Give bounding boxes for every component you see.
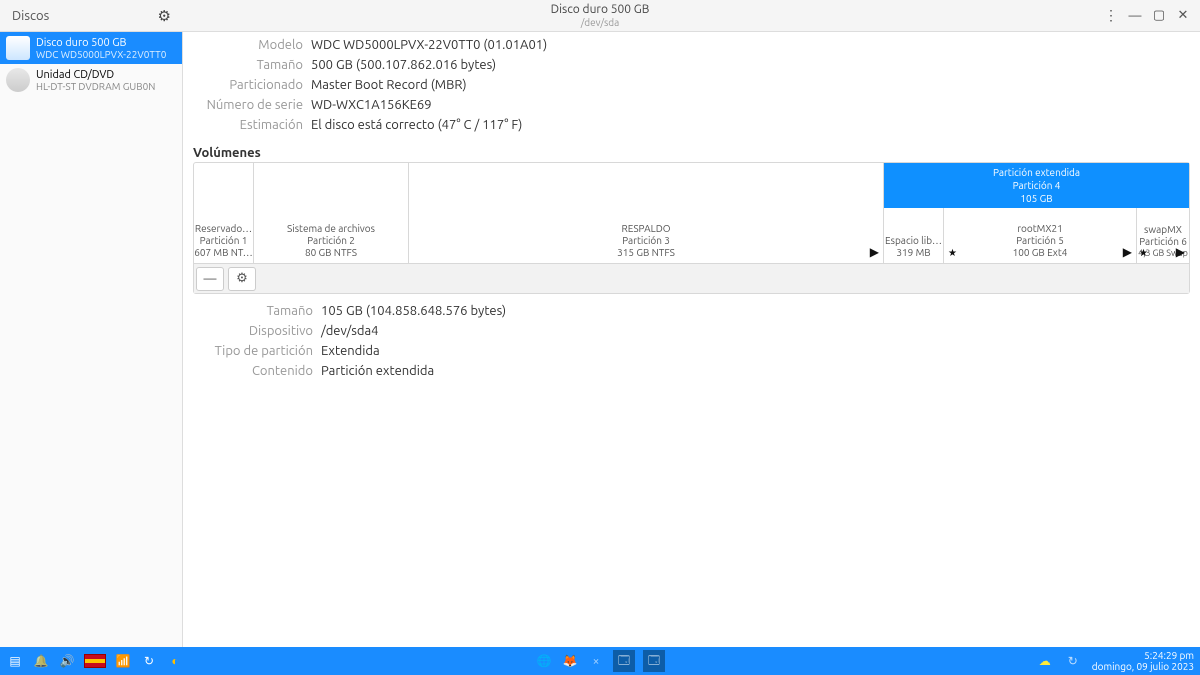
- main-area: Disco duro 500 GB WDC WD5000LPVX-22V0TT0…: [0, 32, 1200, 647]
- gear-icon[interactable]: ⚙: [158, 7, 171, 25]
- titlebar-left: Discos ⚙: [0, 7, 183, 25]
- star-icon: ★: [948, 247, 957, 259]
- notification-icon[interactable]: 🔔: [32, 652, 50, 670]
- hdd-icon: [6, 36, 30, 60]
- sidebar-item-dvd[interactable]: Unidad CD/DVD HL-DT-ST DVDRAM GUB0N: [0, 64, 182, 96]
- clock-time: 5:24:29 pm: [1092, 650, 1194, 661]
- tray-sync-icon[interactable]: ↻: [1064, 652, 1082, 670]
- label-ptype: Tipo de partición: [193, 344, 313, 358]
- value-part: Master Boot Record (MBR): [311, 78, 1190, 92]
- value-serial: WD-WXC1A156KE69: [311, 98, 1190, 112]
- menu-icon[interactable]: ▤: [6, 652, 24, 670]
- minimize-button[interactable]: —: [1124, 5, 1146, 27]
- volume-toolbar: — ⚙: [194, 263, 1189, 293]
- partition-4-header[interactable]: Partición extendida Partición 4 105 GB: [884, 163, 1189, 208]
- browser-icon[interactable]: 🌐: [535, 652, 553, 670]
- label-content: Contenido: [193, 364, 313, 378]
- titlebar-center: Disco duro 500 GB /dev/sda: [551, 3, 650, 27]
- titlebar: Discos ⚙ Disco duro 500 GB /dev/sda ⋮ — …: [0, 0, 1200, 32]
- label-assess: Estimación: [193, 118, 303, 132]
- value-size: 500 GB (500.107.862.016 bytes): [311, 58, 1190, 72]
- partition-3[interactable]: RESPALDO Partición 3 315 GB NTFS ▶: [409, 163, 884, 263]
- sidebar-item-sub: WDC WD5000LPVX-22V0TT0: [36, 49, 166, 60]
- extended-partition: Partición extendida Partición 4 105 GB E…: [884, 163, 1189, 263]
- window-controls: ⋮ — ▢ ✕: [1100, 5, 1194, 27]
- value-content: Partición extendida: [321, 364, 1190, 378]
- extended-children: Espacio lib… 319 MB rootMX21 Partición 5…: [884, 208, 1189, 263]
- label-device: Dispositivo: [193, 324, 313, 338]
- taskbar-window-1[interactable]: 🗔: [613, 650, 635, 672]
- taskbar-window-2[interactable]: 🗔: [643, 650, 665, 672]
- firefox-icon[interactable]: 🦊: [561, 652, 579, 670]
- maximize-button[interactable]: ▢: [1148, 5, 1170, 27]
- tray-left: ▤ 🔔 🔊 📶 ↻ ◐: [6, 652, 184, 670]
- label-size: Tamaño: [193, 58, 303, 72]
- remove-partition-button[interactable]: —: [196, 267, 224, 291]
- sidebar-item-title: Disco duro 500 GB: [36, 37, 166, 49]
- sidebar: Disco duro 500 GB WDC WD5000LPVX-22V0TT0…: [0, 32, 183, 647]
- update-icon[interactable]: ↻: [140, 652, 158, 670]
- content: Modelo WDC WD5000LPVX-22V0TT0 (01.01A01)…: [183, 32, 1200, 647]
- volumes-box: Reservado… Partición 1 607 MB NT… Sistem…: [193, 162, 1190, 294]
- keyboard-layout-flag[interactable]: [84, 654, 106, 668]
- value-ptype: Extendida: [321, 344, 1190, 358]
- value-model: WDC WD5000LPVX-22V0TT0 (01.01A01): [311, 38, 1190, 52]
- app-title: Discos: [12, 9, 49, 23]
- files-icon[interactable]: ×: [587, 652, 605, 670]
- sidebar-item-title: Unidad CD/DVD: [36, 69, 155, 81]
- task-items: 🌐 🦊 × 🗔 🗔: [535, 650, 665, 672]
- partition-1[interactable]: Reservado… Partición 1 607 MB NT…: [194, 163, 254, 263]
- label-part: Particionado: [193, 78, 303, 92]
- partition-detail: Tamaño 105 GB (104.858.648.576 bytes) Di…: [193, 304, 1190, 378]
- star-icon: ★: [1139, 247, 1148, 259]
- volumes-heading: Volúmenes: [193, 146, 1190, 160]
- value-device: /dev/sda4: [321, 324, 1190, 338]
- partition-5[interactable]: rootMX21 Partición 5 100 GB Ext4 ★ ▶: [944, 208, 1137, 263]
- play-icon[interactable]: ▶: [870, 245, 879, 259]
- play-icon[interactable]: ▶: [1176, 245, 1185, 259]
- partition-options-button[interactable]: ⚙: [228, 267, 256, 291]
- partition-2[interactable]: Sistema de archivos Partición 2 80 GB NT…: [254, 163, 409, 263]
- sidebar-item-hdd[interactable]: Disco duro 500 GB WDC WD5000LPVX-22V0TT0: [0, 32, 182, 64]
- close-button[interactable]: ✕: [1172, 5, 1194, 27]
- disc-icon: [6, 68, 30, 92]
- tray-app-icon[interactable]: ☁: [1036, 652, 1054, 670]
- value-psize: 105 GB (104.858.648.576 bytes): [321, 304, 1190, 318]
- wifi-icon[interactable]: 📶: [114, 652, 132, 670]
- value-assess: El disco está correcto (47° C / 117° F): [311, 118, 1190, 132]
- label-psize: Tamaño: [193, 304, 313, 318]
- clock[interactable]: 5:24:29 pm domingo, 09 julio 2023: [1092, 650, 1194, 672]
- app-icon[interactable]: ◐: [166, 652, 184, 670]
- sidebar-item-sub: HL-DT-ST DVDRAM GUB0N: [36, 81, 155, 92]
- volumes-row: Reservado… Partición 1 607 MB NT… Sistem…: [194, 163, 1189, 263]
- label-model: Modelo: [193, 38, 303, 52]
- disk-info: Modelo WDC WD5000LPVX-22V0TT0 (01.01A01)…: [193, 38, 1190, 132]
- clock-date: domingo, 09 julio 2023: [1092, 661, 1194, 672]
- disk-title: Disco duro 500 GB: [551, 3, 650, 16]
- kebab-menu-icon[interactable]: ⋮: [1100, 7, 1122, 24]
- taskbar: ▤ 🔔 🔊 📶 ↻ ◐ 🌐 🦊 × 🗔 🗔 ☁ ↻ 5:24:29 pm dom…: [0, 647, 1200, 675]
- volume-icon[interactable]: 🔊: [58, 652, 76, 670]
- label-serial: Número de serie: [193, 98, 303, 112]
- disk-subtitle: /dev/sda: [551, 17, 650, 28]
- partition-6[interactable]: swapMX Partición 6 4,3 GB Swap ★ ▶: [1137, 208, 1189, 263]
- free-space[interactable]: Espacio lib… 319 MB: [884, 208, 944, 263]
- play-icon[interactable]: ▶: [1123, 245, 1132, 259]
